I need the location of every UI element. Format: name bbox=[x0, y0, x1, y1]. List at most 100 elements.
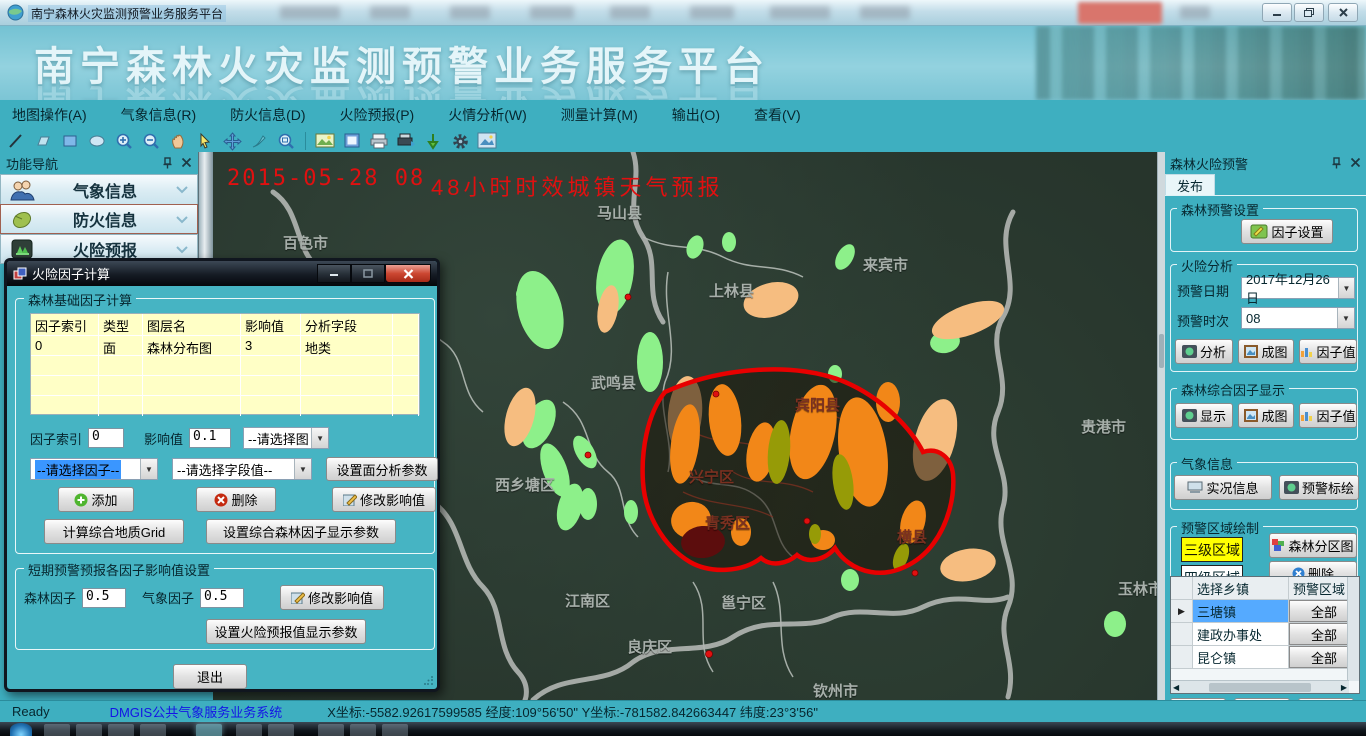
pan-hand-icon[interactable] bbox=[168, 132, 188, 151]
menu-fire-analysis[interactable]: 火情分析(W) bbox=[448, 105, 527, 125]
factor-value-button[interactable]: 因子值 bbox=[1299, 339, 1357, 364]
analyze-button[interactable]: 分析 bbox=[1175, 339, 1233, 364]
dialog-minimize-button[interactable] bbox=[317, 264, 351, 283]
window-close-button[interactable] bbox=[1328, 3, 1358, 22]
table-row[interactable]: 昆仑镇 全部 bbox=[1171, 646, 1359, 669]
dialog-maximize-button[interactable] bbox=[351, 264, 385, 283]
print-setup-icon[interactable] bbox=[396, 132, 416, 151]
taskbar-item[interactable] bbox=[236, 724, 262, 736]
start-orb-icon[interactable] bbox=[10, 723, 32, 736]
close-icon[interactable] bbox=[181, 157, 192, 168]
table-row[interactable]: ▶ 三塘镇 全部 bbox=[1171, 600, 1359, 623]
live-info-button[interactable]: 实况信息 bbox=[1174, 475, 1272, 500]
modify-impact-button-2[interactable]: 修改影响值 bbox=[280, 585, 384, 610]
tab-publish[interactable]: 发布 bbox=[1165, 174, 1215, 195]
fire-factor-dialog[interactable]: 火险因子计算 森林基础因子计算 因子索引 类型 图层名 影响值 分析字段 bbox=[4, 258, 440, 692]
table-vertical-scrollbar[interactable] bbox=[1347, 577, 1359, 681]
factor-settings-button[interactable]: 因子设置 bbox=[1241, 219, 1333, 244]
menu-weather-info[interactable]: 气象信息(R) bbox=[121, 105, 196, 125]
identify-brush-icon[interactable] bbox=[249, 132, 269, 151]
taskbar-item[interactable] bbox=[268, 724, 294, 736]
group-short-term: 短期预警预报各因子影响值设置 森林因子 0.5 气象因子 0.5 修改影响值 设… bbox=[15, 568, 435, 650]
zoom-window-icon[interactable] bbox=[276, 132, 296, 151]
export-down-icon[interactable] bbox=[423, 132, 443, 151]
taskbar-item[interactable] bbox=[350, 724, 376, 736]
menu-fire-prevention[interactable]: 防火信息(D) bbox=[230, 105, 305, 125]
image-export-icon[interactable] bbox=[315, 132, 335, 151]
taskbar[interactable] bbox=[0, 722, 1366, 736]
draw-line-icon[interactable] bbox=[6, 132, 26, 151]
layer-combo[interactable]: --请选择图▼ bbox=[243, 427, 329, 449]
nav-item-fire-prevention[interactable]: 防火信息 bbox=[0, 204, 198, 234]
chevron-down-icon: ▼ bbox=[1337, 308, 1354, 328]
menu-view[interactable]: 查看(V) bbox=[754, 105, 801, 125]
factor-value-button-2[interactable]: 因子值 bbox=[1299, 403, 1357, 428]
banner-forest-image bbox=[1036, 26, 1366, 100]
factor-index-label: 因子索引 bbox=[30, 429, 82, 448]
zoom-in-icon[interactable] bbox=[114, 132, 134, 151]
warning-time-combo[interactable]: 08▼ bbox=[1241, 307, 1355, 329]
township-cell[interactable]: 三塘镇 bbox=[1193, 600, 1289, 622]
factor-combo[interactable]: --请选择因子--▼ bbox=[30, 458, 158, 480]
table-row[interactable]: 建政办事处 全部 bbox=[1171, 623, 1359, 646]
map-label: 兴宁区 bbox=[689, 466, 734, 487]
ellipse-tool-icon[interactable] bbox=[87, 132, 107, 151]
factor-index-input[interactable]: 0 bbox=[88, 428, 124, 448]
set-fire-display-button[interactable]: 设置火险预报值显示参数 bbox=[206, 619, 366, 644]
photo-viewer-icon[interactable] bbox=[477, 132, 497, 151]
add-button[interactable]: 添加 bbox=[58, 487, 134, 512]
blurred-item bbox=[860, 6, 910, 19]
taskbar-item[interactable] bbox=[44, 724, 70, 736]
table-horizontal-scrollbar[interactable]: ◀ ▶ bbox=[1171, 680, 1349, 693]
impact-input[interactable]: 0.1 bbox=[189, 428, 231, 448]
calc-grid-button[interactable]: 计算综合地质Grid bbox=[44, 519, 184, 544]
taskbar-item[interactable] bbox=[318, 724, 344, 736]
polygon-tool-icon[interactable] bbox=[33, 132, 53, 151]
exit-button[interactable]: 退出 bbox=[173, 664, 247, 689]
modify-impact-button[interactable]: 修改影响值 bbox=[332, 487, 436, 512]
taskbar-item[interactable] bbox=[76, 724, 102, 736]
window-restore-button[interactable] bbox=[1294, 3, 1324, 22]
zoom-out-icon[interactable] bbox=[141, 132, 161, 151]
settings-gear-icon[interactable] bbox=[450, 132, 470, 151]
window-minimize-button[interactable] bbox=[1262, 3, 1292, 22]
field-value-combo[interactable]: --请选择字段值--▼ bbox=[172, 458, 312, 480]
pin-icon[interactable] bbox=[162, 157, 173, 169]
warning-date-combo[interactable]: 2017年12月26日▼ bbox=[1241, 277, 1355, 299]
resize-grip[interactable] bbox=[424, 676, 434, 686]
warning-plot-button[interactable]: 预警标绘 bbox=[1279, 475, 1359, 500]
make-map-button[interactable]: 成图 bbox=[1238, 339, 1294, 364]
forest-zone-map-button[interactable]: 森林分区图 bbox=[1269, 533, 1357, 558]
set-display-params-button[interactable]: 设置综合森林因子显示参数 bbox=[206, 519, 396, 544]
taskbar-item-active[interactable] bbox=[196, 724, 222, 736]
delete-factor-button[interactable]: 删除 bbox=[196, 487, 276, 512]
close-icon[interactable] bbox=[1350, 157, 1361, 168]
weather-factor-input[interactable]: 0.5 bbox=[200, 588, 244, 608]
township-cell[interactable]: 昆仑镇 bbox=[1193, 646, 1289, 668]
layout-view-icon[interactable] bbox=[342, 132, 362, 151]
factor-table-row[interactable]: 0 面 森林分布图 3 地类 bbox=[31, 336, 419, 356]
map-label: 江南区 bbox=[565, 590, 610, 611]
taskbar-item[interactable] bbox=[108, 724, 134, 736]
move-tool-icon[interactable] bbox=[222, 132, 242, 151]
menu-measurement[interactable]: 测量计算(M) bbox=[561, 105, 638, 125]
menu-fire-risk-forecast[interactable]: 火险预报(P) bbox=[340, 105, 415, 125]
display-button[interactable]: 显示 bbox=[1175, 403, 1233, 428]
make-map-button-2[interactable]: 成图 bbox=[1238, 403, 1294, 428]
print-icon[interactable] bbox=[369, 132, 389, 151]
forest-factor-input[interactable]: 0.5 bbox=[82, 588, 126, 608]
dialog-titlebar[interactable]: 火险因子计算 bbox=[7, 261, 437, 286]
pin-icon[interactable] bbox=[1331, 157, 1342, 169]
taskbar-item[interactable] bbox=[382, 724, 408, 736]
select-arrow-icon[interactable] bbox=[195, 132, 215, 151]
nav-item-weather-info[interactable]: 气象信息 bbox=[0, 174, 198, 204]
map-vertical-scrollbar[interactable] bbox=[1157, 152, 1165, 700]
township-cell[interactable]: 建政办事处 bbox=[1193, 623, 1289, 645]
menu-map-operations[interactable]: 地图操作(A) bbox=[12, 105, 87, 125]
rectangle-tool-icon[interactable] bbox=[60, 132, 80, 151]
dialog-close-button[interactable] bbox=[385, 264, 431, 283]
set-area-params-button[interactable]: 设置面分析参数 bbox=[326, 457, 438, 481]
level3-area-button[interactable]: 三级区域 bbox=[1181, 537, 1243, 562]
taskbar-item[interactable] bbox=[140, 724, 166, 736]
menu-output[interactable]: 输出(O) bbox=[672, 105, 720, 125]
